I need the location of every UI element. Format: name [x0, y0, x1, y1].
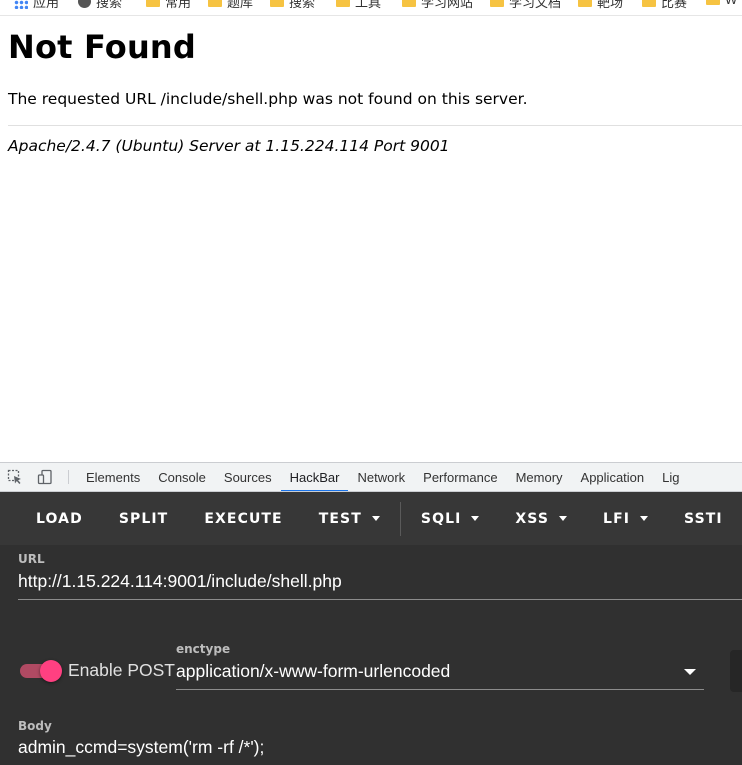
- tab-console[interactable]: Console: [149, 463, 215, 491]
- bookmark-folder[interactable]: 比赛: [642, 0, 687, 11]
- page-content: Not Found The requested URL /include/she…: [0, 16, 742, 462]
- bookmark-folder[interactable]: 学习文档: [490, 0, 561, 11]
- enable-post-toggle[interactable]: [18, 658, 62, 684]
- split-button[interactable]: SPLIT: [101, 492, 187, 545]
- folder-icon: [336, 0, 350, 7]
- globe-icon: [78, 0, 91, 8]
- apps-icon: [14, 0, 28, 9]
- body-input[interactable]: admin_ccmd=system('rm -rf /*');: [18, 737, 264, 758]
- folder-icon: [578, 0, 592, 7]
- bookmarks-bar: 应用 搜索 常用 题库 搜索 工具 学习网站 学习文档 靶场 比赛 W: [0, 0, 742, 16]
- folder-icon: [402, 0, 416, 7]
- bookmark-folder[interactable]: 常用: [146, 0, 191, 11]
- lfi-dropdown-button[interactable]: LFI: [585, 492, 666, 545]
- server-signature: Apache/2.4.7 (Ubuntu) Server at 1.15.224…: [8, 137, 450, 155]
- enctype-select-underline: [176, 689, 704, 690]
- sqli-dropdown-button[interactable]: SQLI: [403, 492, 498, 545]
- toggle-knob: [40, 660, 62, 682]
- hackbar-toolbar: LOAD SPLIT EXECUTE TEST SQLI XSS LFI SST…: [0, 492, 742, 545]
- tab-application[interactable]: Application: [572, 463, 654, 491]
- divider: [8, 125, 742, 126]
- device-toolbar-icon[interactable]: [30, 463, 60, 491]
- toolbar-divider: [399, 501, 401, 536]
- bookmark-apps[interactable]: 应用: [14, 0, 59, 11]
- select-caret-down-icon[interactable]: [684, 669, 696, 675]
- caret-down-icon: [640, 516, 649, 521]
- url-label: URL: [18, 552, 45, 566]
- toolbar-separator: [68, 470, 69, 484]
- test-dropdown-button[interactable]: TEST: [301, 492, 398, 545]
- inspect-element-icon[interactable]: [0, 463, 30, 491]
- url-input-underline: [18, 599, 742, 600]
- bookmark-folder[interactable]: 搜索: [270, 0, 315, 11]
- tab-lighthouse[interactable]: Lig: [653, 463, 688, 491]
- caret-down-icon: [559, 516, 568, 521]
- tab-hackbar[interactable]: HackBar: [280, 463, 349, 491]
- caret-down-icon: [371, 516, 380, 521]
- xss-dropdown-button[interactable]: XSS: [497, 492, 585, 545]
- caret-down-icon: [471, 516, 480, 521]
- url-input[interactable]: http://1.15.224.114:9001/include/shell.p…: [18, 571, 342, 592]
- bookmark-search[interactable]: 搜索: [78, 0, 122, 11]
- bookmark-folder[interactable]: 靶场: [578, 0, 623, 11]
- folder-icon: [490, 0, 504, 7]
- hackbar-panel: URL http://1.15.224.114:9001/include/she…: [0, 545, 742, 765]
- folder-icon: [642, 0, 656, 7]
- tab-memory[interactable]: Memory: [507, 463, 572, 491]
- tab-network[interactable]: Network: [348, 463, 414, 491]
- devtools-tabbar: Elements Console Sources HackBar Network…: [0, 462, 742, 492]
- tab-performance[interactable]: Performance: [414, 463, 506, 491]
- bookmark-folder[interactable]: 学习网站: [402, 0, 473, 11]
- page-title: Not Found: [8, 28, 197, 66]
- bookmark-folder[interactable]: 题库: [208, 0, 253, 11]
- folder-icon: [270, 0, 284, 7]
- tab-elements[interactable]: Elements: [77, 463, 149, 491]
- folder-icon: [706, 0, 720, 5]
- enable-post-label: Enable POST: [68, 660, 175, 680]
- ssti-dropdown-button[interactable]: SSTI: [666, 492, 741, 545]
- bookmark-folder[interactable]: W: [706, 0, 737, 7]
- enctype-label: enctype: [176, 642, 231, 656]
- error-message: The requested URL /include/shell.php was…: [8, 90, 528, 108]
- bookmark-folder[interactable]: 工具: [336, 0, 381, 11]
- body-label: Body: [18, 719, 52, 733]
- folder-icon: [146, 0, 160, 7]
- clipped-side-button[interactable]: [730, 650, 742, 692]
- enctype-select[interactable]: application/x-www-form-urlencoded: [176, 661, 450, 682]
- execute-button[interactable]: EXECUTE: [186, 492, 300, 545]
- load-button[interactable]: LOAD: [0, 492, 101, 545]
- folder-icon: [208, 0, 222, 7]
- tab-sources[interactable]: Sources: [215, 463, 281, 491]
